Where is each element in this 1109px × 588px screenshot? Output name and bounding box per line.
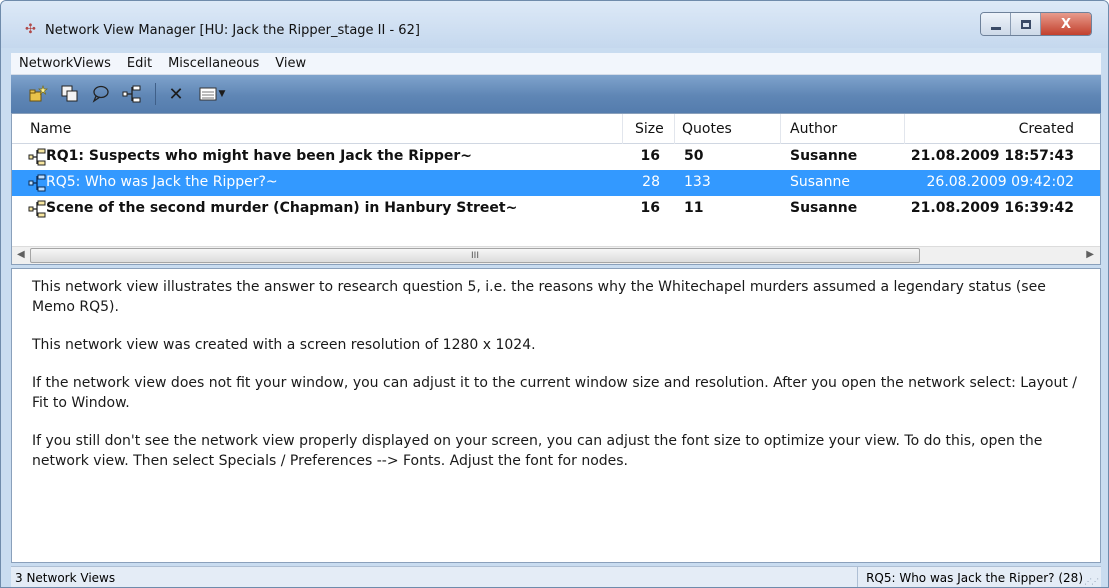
row-quotes: 133: [684, 174, 711, 190]
column-divider[interactable]: [904, 114, 905, 144]
column-header-name[interactable]: Name: [30, 121, 71, 137]
scroll-grip: III: [471, 250, 479, 261]
close-button[interactable]: X: [1041, 13, 1091, 35]
row-size: 28: [642, 174, 660, 190]
row-quotes: 11: [684, 200, 704, 216]
column-header-created[interactable]: Created: [1019, 121, 1074, 137]
scroll-left-icon[interactable]: ◀: [17, 249, 25, 260]
row-created: 21.08.2009 16:39:42: [910, 200, 1074, 216]
minimize-button[interactable]: [981, 13, 1011, 35]
status-selection-box: RQ5: Who was Jack the Ripper? (28): [857, 567, 1101, 587]
menu-edit[interactable]: Edit: [119, 54, 160, 74]
app-icon: ✣: [25, 22, 36, 37]
table-row-selected[interactable]: RQ5: Who was Jack the Ripper?~ 28 133 Su…: [12, 170, 1100, 196]
scroll-right-icon[interactable]: ▶: [1086, 249, 1094, 260]
row-author: Susanne: [790, 148, 858, 164]
list-header: Name Size Quotes Author Created: [12, 114, 1100, 144]
view-options-dropdown[interactable]: ▼: [195, 82, 229, 106]
horizontal-scrollbar[interactable]: ◀ III ▶: [12, 246, 1100, 264]
title-bar[interactable]: ✣ Network View Manager [HU: Jack the Rip…: [1, 1, 1108, 48]
description-paragraph: If you still don't see the network view …: [32, 433, 1043, 469]
table-row[interactable]: Scene of the second murder (Chapman) in …: [12, 196, 1100, 222]
description-paragraph: This network view illustrates the answer…: [32, 279, 1046, 315]
column-divider[interactable]: [780, 114, 781, 144]
toolbar-separator: [155, 83, 156, 105]
view-options-icon: [199, 87, 217, 101]
row-author: Susanne: [790, 174, 850, 190]
column-divider[interactable]: [622, 114, 623, 144]
menu-miscellaneous[interactable]: Miscellaneous: [160, 54, 267, 74]
network-view-icon: [122, 85, 141, 103]
window-controls: X: [980, 12, 1092, 36]
duplicate-icon: [61, 85, 78, 102]
new-network-view-button[interactable]: [27, 82, 51, 106]
column-header-quotes[interactable]: Quotes: [682, 121, 732, 137]
menu-networkviews[interactable]: NetworkViews: [11, 54, 119, 74]
network-view-manager-window: ✣ Network View Manager [HU: Jack the Rip…: [0, 0, 1109, 588]
column-header-author[interactable]: Author: [790, 121, 837, 137]
network-view-button[interactable]: [120, 82, 144, 106]
column-header-size[interactable]: Size: [635, 121, 664, 137]
description-panel[interactable]: This network view illustrates the answer…: [11, 268, 1101, 563]
comment-button[interactable]: [89, 82, 113, 106]
row-name: Scene of the second murder (Chapman) in …: [46, 200, 518, 216]
row-name: RQ5: Who was Jack the Ripper?~: [46, 174, 278, 190]
scrollbar-thumb[interactable]: III: [30, 248, 920, 263]
delete-button[interactable]: ✕: [164, 82, 188, 106]
row-quotes: 50: [684, 148, 704, 164]
description-paragraph: If the network view does not fit your wi…: [32, 375, 1078, 411]
menu-view[interactable]: View: [267, 54, 314, 74]
new-network-view-icon: [29, 85, 48, 102]
row-author: Susanne: [790, 200, 858, 216]
network-view-icon: [28, 148, 46, 166]
comment-icon: [92, 85, 109, 103]
status-bar: 3 Network Views RQ5: Who was Jack the Ri…: [11, 566, 1101, 587]
row-name: RQ1: Suspects who might have been Jack t…: [46, 148, 473, 164]
chevron-down-icon: ▼: [218, 89, 226, 99]
status-count: 3 Network Views: [15, 571, 116, 585]
network-view-icon: [28, 174, 46, 192]
duplicate-button[interactable]: [58, 82, 82, 106]
row-size: 16: [640, 200, 660, 216]
row-created: 21.08.2009 18:57:43: [910, 148, 1074, 164]
window-title: Network View Manager [HU: Jack the Rippe…: [45, 23, 420, 38]
menu-bar: NetworkViews Edit Miscellaneous View: [11, 53, 1101, 75]
description-paragraph: This network view was created with a scr…: [32, 337, 536, 353]
row-created: 26.08.2009 09:42:02: [926, 174, 1075, 190]
minimize-icon: [990, 26, 1001, 30]
row-size: 16: [640, 148, 660, 164]
maximize-button[interactable]: [1011, 13, 1041, 35]
resize-grip-icon[interactable]: ⋰⋰: [1084, 577, 1099, 586]
column-divider[interactable]: [674, 114, 675, 144]
network-view-icon: [28, 200, 46, 218]
status-selection: RQ5: Who was Jack the Ripper? (28): [866, 571, 1083, 585]
maximize-icon: [1020, 19, 1031, 29]
table-row[interactable]: RQ1: Suspects who might have been Jack t…: [12, 144, 1100, 170]
toolbar: ✕ ▼: [11, 75, 1101, 113]
network-views-list: Name Size Quotes Author Created RQ1: Sus…: [11, 113, 1101, 265]
delete-icon: ✕: [168, 83, 184, 105]
